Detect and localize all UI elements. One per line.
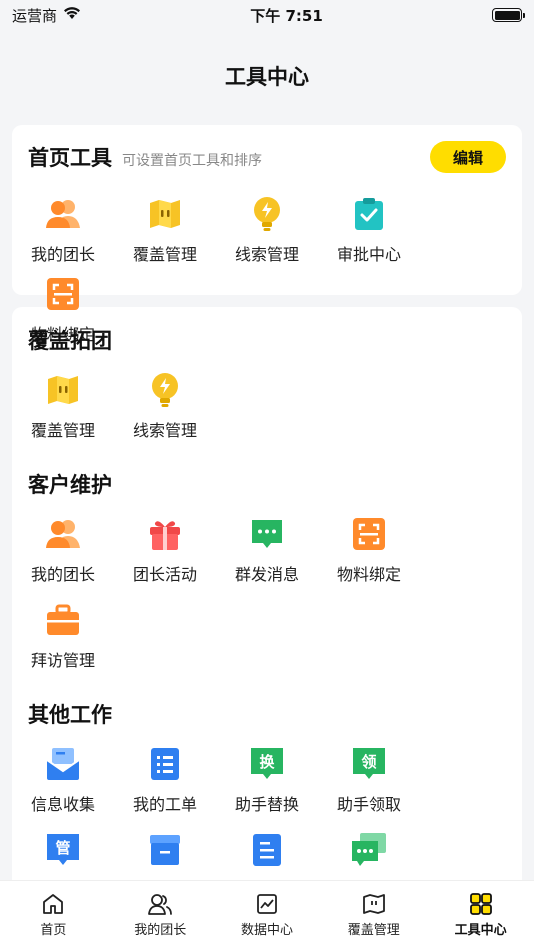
- tab-label: 我的团长: [134, 923, 187, 938]
- tab-label: 首页: [40, 923, 67, 938]
- gift-icon: [146, 515, 184, 553]
- bulb-icon: [146, 371, 184, 409]
- clipboard-check-icon: [350, 195, 388, 233]
- tool-label: 物料绑定: [336, 565, 401, 584]
- swap-badge-icon: 换: [248, 745, 286, 783]
- section-grid: 信息收集我的工单换助手替换领助手领取管助手管理资产管理报备管理企微群管理: [12, 745, 506, 887]
- wifi-icon: [63, 6, 81, 24]
- section-tool[interactable]: 我的工单: [114, 745, 216, 831]
- tab-5[interactable]: 工具中心: [427, 891, 534, 938]
- tool-section: 客户维护我的团长 团长活动 群发消息 物料绑定拜访管理: [28, 469, 506, 687]
- section-tool[interactable]: 换助手替换: [216, 745, 318, 831]
- section-tool[interactable]: 管助手管理: [12, 831, 114, 887]
- grid-icon: [468, 891, 494, 917]
- home-tool[interactable]: 线索管理: [216, 195, 318, 275]
- section-tool[interactable]: 覆盖管理: [12, 371, 114, 457]
- tool-section: 其他工作信息收集我的工单换助手替换领助手领取管助手管理资产管理报备管理企微群管理: [28, 699, 506, 887]
- section-grid: 我的团长 团长活动 群发消息 物料绑定拜访管理: [12, 515, 506, 687]
- section-grid: 覆盖管理 线索管理: [12, 371, 506, 457]
- status-time: 下午 7:51: [250, 6, 323, 25]
- tool-label: 我的团长: [30, 245, 95, 264]
- map-outline-icon: [361, 891, 387, 917]
- tab-label: 覆盖管理: [347, 923, 400, 938]
- section-tool[interactable]: 线索管理: [114, 371, 216, 457]
- home-tools-title: 首页工具: [28, 146, 112, 170]
- tool-label: 信息收集: [30, 795, 95, 814]
- bulb-icon: [248, 195, 286, 233]
- map-icon: [44, 371, 82, 409]
- briefcase-icon: [44, 601, 82, 639]
- tool-label: 线索管理: [234, 245, 299, 264]
- tab-bar: 首页 我的团长 数据中心 覆盖管理 工具中心: [0, 880, 534, 950]
- section-tool[interactable]: 报备管理: [216, 831, 318, 887]
- section-tool[interactable]: 领助手领取: [318, 745, 420, 831]
- section-title: 客户维护: [28, 473, 112, 497]
- home-tools-title-group: 首页工具 可设置首页工具和排序: [28, 142, 262, 172]
- section-title: 其他工作: [28, 703, 112, 727]
- tab-1[interactable]: 首页: [0, 891, 107, 938]
- all-tools-card: 覆盖拓团覆盖管理 线索管理客户维护我的团长 团长活动 群发消息 物料绑定拜访管理其他工作…: [12, 307, 522, 887]
- tab-3[interactable]: 数据中心: [214, 891, 321, 938]
- document-icon: [248, 831, 286, 869]
- people-icon: [44, 515, 82, 553]
- home-tools-card: 首页工具 可设置首页工具和排序 编辑 我的团长 覆盖管理 线索管理 审批中心 物料绑定: [12, 125, 522, 344]
- status-bar: 运营商 下午 7:51: [0, 0, 534, 30]
- tool-section: 覆盖拓团覆盖管理 线索管理: [28, 325, 506, 457]
- scan-icon: [44, 275, 82, 313]
- tool-label: 拜访管理: [30, 651, 95, 670]
- scan-icon: [350, 515, 388, 553]
- section-tool[interactable]: 资产管理: [114, 831, 216, 887]
- tab-2[interactable]: 我的团长: [107, 891, 214, 938]
- home-tool[interactable]: 我的团长: [12, 195, 114, 275]
- battery-icon: [492, 8, 525, 22]
- status-left: 运营商: [12, 5, 81, 26]
- section-tool[interactable]: 团长活动: [114, 515, 216, 601]
- section-tool[interactable]: 我的团长: [12, 515, 114, 601]
- tool-label: 审批中心: [336, 245, 401, 264]
- tab-label: 工具中心: [454, 923, 507, 938]
- tool-label: 团长活动: [132, 565, 197, 584]
- home-icon: [40, 891, 66, 917]
- tab-label: 数据中心: [240, 923, 293, 938]
- inbox-icon: [44, 745, 82, 783]
- map-icon: [146, 195, 184, 233]
- tool-label: 覆盖管理: [30, 421, 95, 440]
- section-tool[interactable]: 拜访管理: [12, 601, 114, 687]
- group-chat-icon: [350, 831, 388, 869]
- home-tool[interactable]: 覆盖管理: [114, 195, 216, 275]
- section-tool[interactable]: 企微群管理: [318, 831, 420, 887]
- people-outline-icon: [147, 891, 173, 917]
- edit-button[interactable]: 编辑: [430, 141, 506, 173]
- manage-badge-icon: 管: [44, 831, 82, 869]
- svg-text:领: 领: [360, 753, 376, 771]
- carrier-label: 运营商: [12, 6, 58, 25]
- tool-label: 我的工单: [132, 795, 197, 814]
- list-icon: [146, 745, 184, 783]
- section-tool[interactable]: 物料绑定: [318, 515, 420, 601]
- tool-label: 群发消息: [234, 565, 299, 584]
- chart-icon: [254, 891, 280, 917]
- people-icon: [44, 195, 82, 233]
- home-tools-subtitle: 可设置首页工具和排序: [122, 153, 262, 169]
- chat-icon: [248, 515, 286, 553]
- tool-label: 线索管理: [132, 421, 197, 440]
- tool-label: 助手替换: [234, 795, 299, 814]
- home-tool[interactable]: 审批中心: [318, 195, 420, 275]
- section-tool[interactable]: 信息收集: [12, 745, 114, 831]
- home-tools-header: 首页工具 可设置首页工具和排序 编辑: [28, 139, 506, 175]
- tool-label: 助手领取: [336, 795, 401, 814]
- receive-badge-icon: 领: [350, 745, 388, 783]
- tab-4[interactable]: 覆盖管理: [320, 891, 427, 938]
- svg-text:管: 管: [55, 839, 70, 857]
- page-title: 工具中心: [225, 65, 309, 89]
- tool-label: 我的团长: [30, 565, 95, 584]
- svg-text:换: 换: [259, 753, 275, 771]
- section-tool[interactable]: 群发消息: [216, 515, 318, 601]
- section-title: 覆盖拓团: [28, 329, 112, 353]
- tool-label: 覆盖管理: [132, 245, 197, 264]
- archive-icon: [146, 831, 184, 869]
